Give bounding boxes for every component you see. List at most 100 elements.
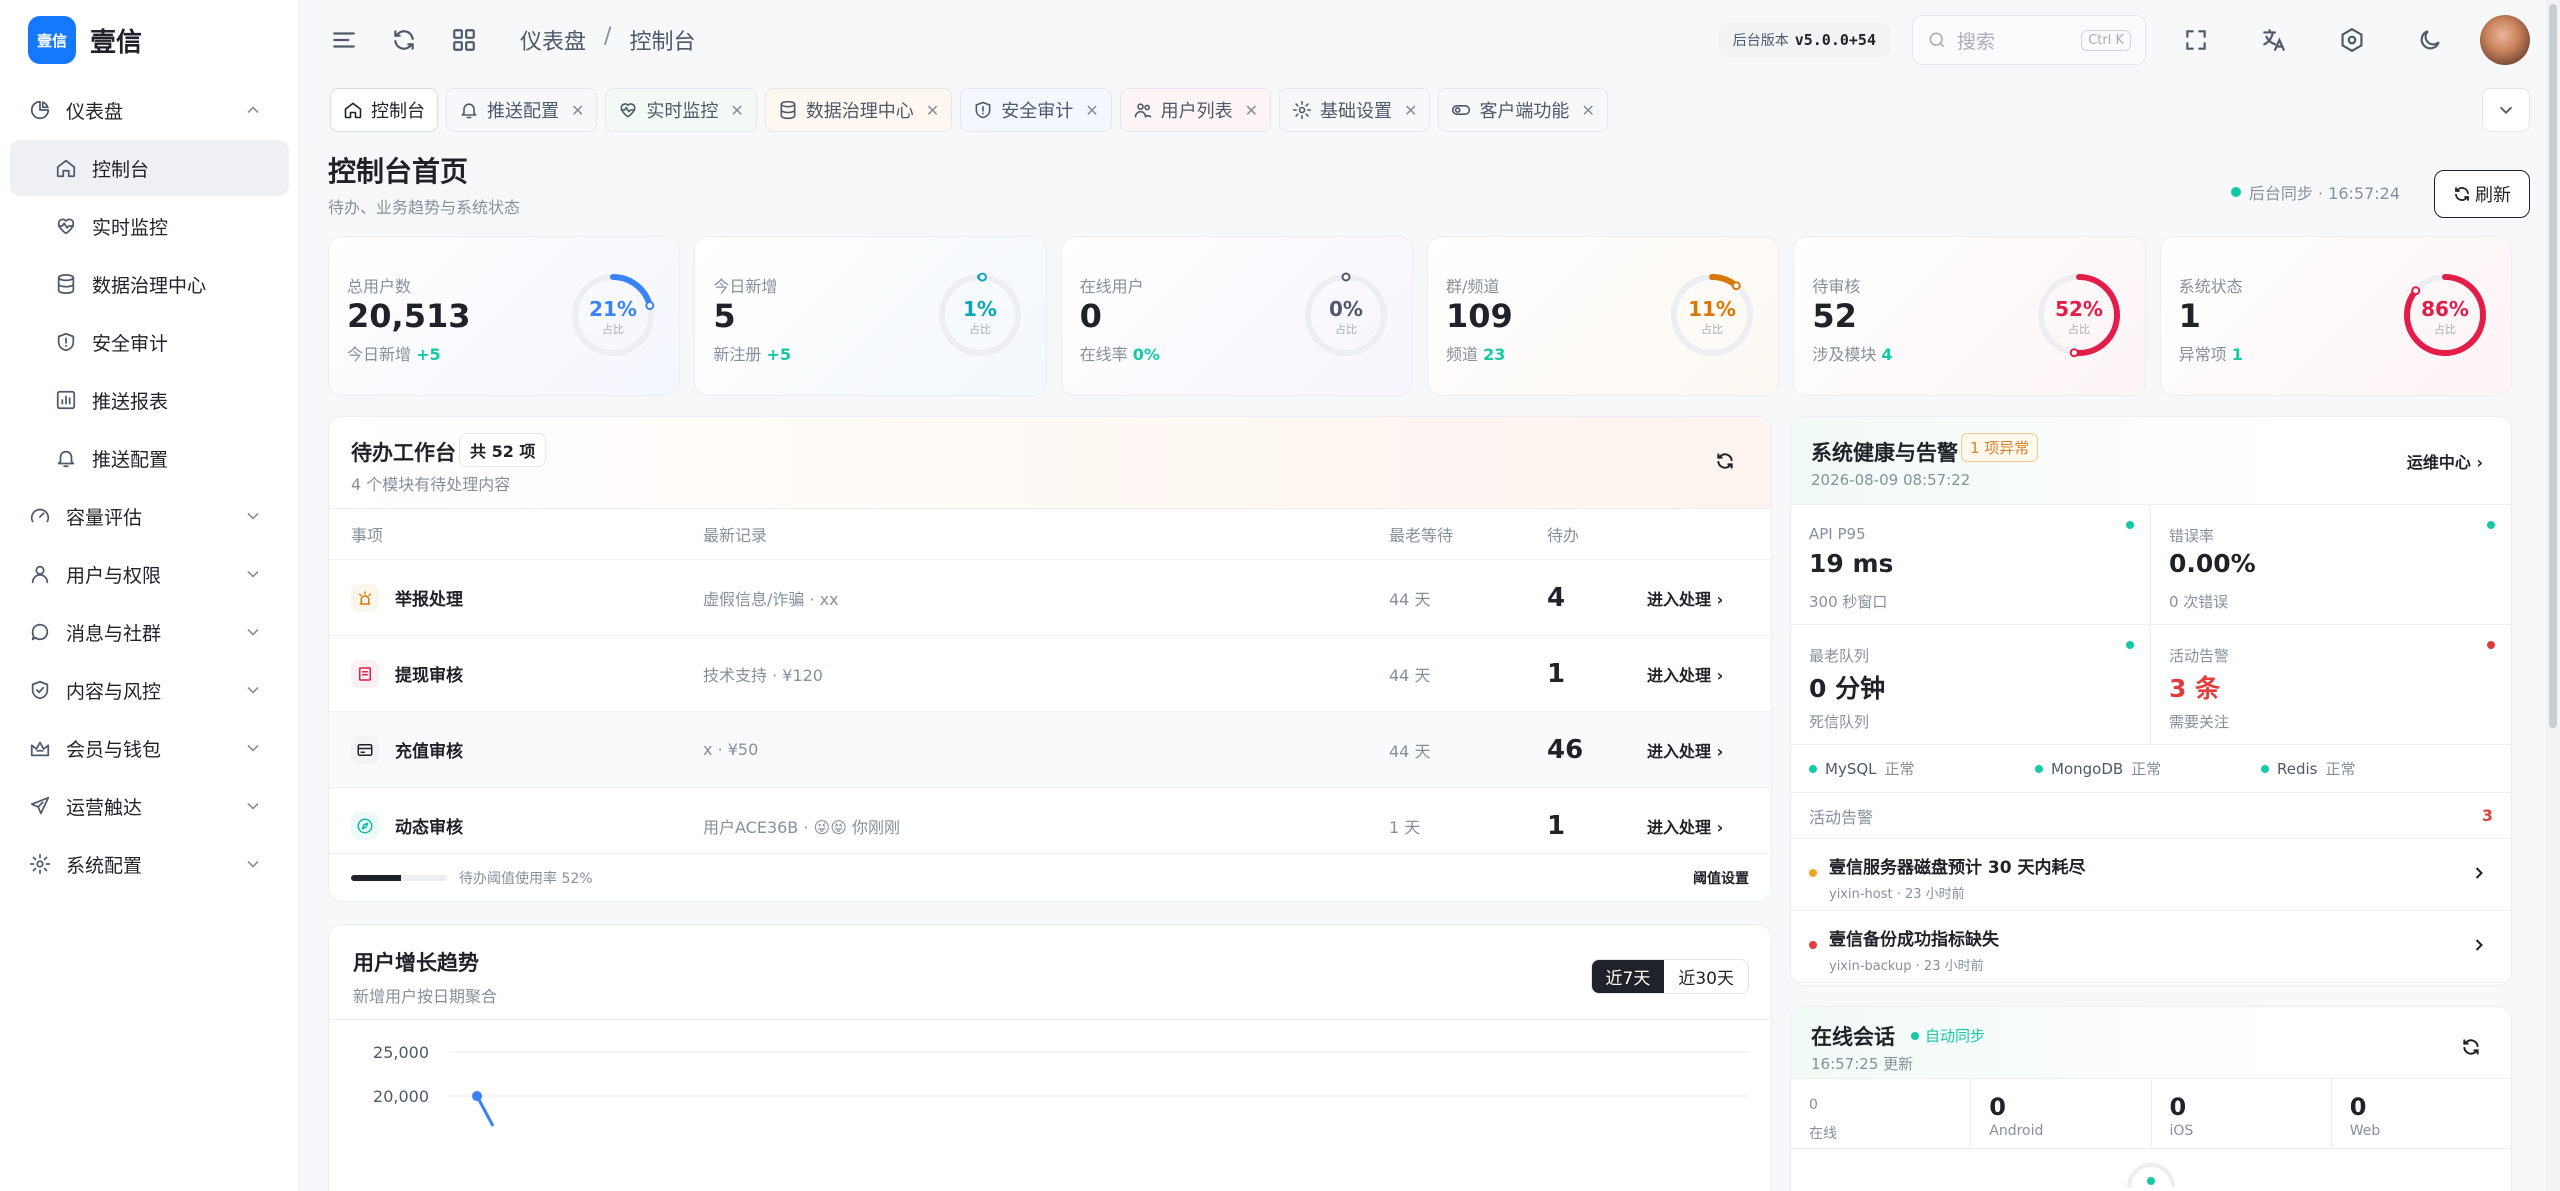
tab-label: 客户端功能 [1479, 101, 1570, 122]
stat-card[interactable]: 群/频道 109 频道 23 11% 占比 [1426, 236, 1780, 396]
sidebar-item-9[interactable]: 消息与社群 [10, 604, 289, 660]
sidebar-item-1[interactable]: 控制台 [10, 140, 289, 196]
todo-count: 4 [1547, 582, 1566, 613]
online-refresh-icon[interactable] [2461, 1037, 2481, 1061]
table-row[interactable]: 举报处理 虚假信息/诈骗 · xx 44 天 4 进入处理 › [329, 559, 1771, 635]
sidebar-item-4[interactable]: 安全审计 [10, 314, 289, 370]
stat-value: 52 [1812, 297, 1857, 335]
tab-5[interactable]: 用户列表 ✕ [1119, 88, 1272, 132]
refresh-button[interactable]: 刷新 [2434, 170, 2530, 218]
stat-ring-knob [2411, 286, 2421, 296]
close-icon[interactable]: ✕ [1581, 101, 1594, 120]
db-status: MySQL 正常 [1809, 758, 2035, 779]
alerts-list: 壹信服务器磁盘预计 30 天内耗尽 yixin-host · 23 小时前 壹信备份… [1791, 839, 2511, 983]
todo-refresh-icon[interactable] [1715, 451, 1735, 475]
sidebar-item-3[interactable]: 数据治理中心 [10, 256, 289, 312]
tabs-more-button[interactable] [2482, 88, 2530, 132]
todo-item-name: 充值审核 [395, 742, 463, 762]
close-icon[interactable]: ✕ [926, 101, 939, 120]
db-name: Redis [2277, 759, 2318, 778]
health-card: 系统健康与告警 1 项异常 2026-08-09 08:57:22 运维中心 ›… [1790, 416, 2512, 986]
sidebar-item-10[interactable]: 内容与风控 [10, 662, 289, 718]
sidebar-item-12[interactable]: 运营触达 [10, 778, 289, 834]
database-icon [54, 272, 78, 296]
data-point[interactable] [472, 1091, 482, 1101]
settings-hex-icon[interactable] [2332, 20, 2372, 60]
tab-3[interactable]: 数据治理中心 ✕ [764, 88, 953, 132]
sidebar-item-6[interactable]: 推送配置 [10, 430, 289, 486]
chevron-down-icon [247, 744, 259, 752]
stat-label: 群/频道 [1445, 277, 1500, 296]
search-input[interactable]: 搜索 Ctrl K [1912, 15, 2146, 65]
tab-6[interactable]: 基础设置 ✕ [1279, 88, 1431, 132]
user-avatar[interactable] [2480, 15, 2530, 65]
db-status: MongoDB 正常 [2035, 758, 2261, 779]
tab-2[interactable]: 实时监控 ✕ [605, 88, 757, 132]
status-dot-icon [2261, 764, 2269, 773]
table-row[interactable]: 动态审核 用户ACE36B · 😜😝 你刚刚 1 天 1 进入处理 › [329, 787, 1771, 863]
todo-action-link[interactable]: 进入处理 › [1647, 738, 1757, 762]
stat-ring-label: 占比 [2068, 322, 2090, 336]
sidebar-item-2[interactable]: 实时监控 [10, 198, 289, 254]
chevron-right-icon: › [1716, 665, 1724, 685]
stat-value: 1 [2178, 297, 2201, 335]
menu-toggle-icon[interactable] [324, 20, 364, 60]
users-icon [1133, 100, 1153, 120]
sidebar-item-7[interactable]: 容量评估 [10, 488, 289, 544]
stat-ring-pct: 52% [2055, 297, 2103, 321]
tab-1[interactable]: 推送配置 ✕ [446, 88, 598, 132]
sidebar-item-0[interactable]: 仪表盘 [10, 82, 289, 138]
user-icon [28, 562, 52, 586]
alert-item[interactable]: 壹信备份成功指标缺失 yixin-backup · 23 小时前 [1791, 911, 2511, 983]
stat-card[interactable]: 在线用户 0 在线率 0% 0% 占比 [1060, 236, 1413, 396]
grid-icon[interactable] [444, 20, 484, 60]
close-icon[interactable]: ✕ [571, 101, 584, 120]
threshold-settings-link[interactable]: 阈值设置 [1693, 868, 1749, 888]
todo-latest: 虚假信息/诈骗 · xx [703, 589, 839, 609]
sidebar-item-5[interactable]: 推送报表 [10, 372, 289, 428]
close-icon[interactable]: ✕ [1085, 101, 1098, 120]
reload-icon[interactable] [384, 20, 424, 60]
growth-chart: 25,000 20,000 [373, 1043, 1749, 1127]
tab-0[interactable]: 控制台 [330, 88, 438, 132]
stat-ring-pct: 0% [1329, 297, 1363, 321]
ops-center-link[interactable]: 运维中心 › [2407, 449, 2483, 473]
stat-card[interactable]: 总用户数 20,513 今日新增 +5 21% 占比 [328, 236, 681, 396]
heart-icon [54, 214, 78, 238]
alerts-count: 3 [2481, 806, 2493, 825]
todo-action-link[interactable]: 进入处理 › [1647, 814, 1757, 838]
todo-action-link[interactable]: 进入处理 › [1647, 586, 1757, 610]
tab-7[interactable]: 客户端功能 ✕ [1438, 88, 1608, 132]
dark-mode-icon[interactable] [2410, 20, 2450, 60]
fullscreen-icon[interactable] [2176, 20, 2216, 60]
table-row[interactable]: 充值审核 x · ¥50 44 天 46 进入处理 › [329, 711, 1771, 787]
translate-icon[interactable] [2254, 20, 2294, 60]
stat-note: 今日新增 +5 [347, 341, 441, 365]
sidebar-item-11[interactable]: 会员与钱包 [10, 720, 289, 776]
page-scrollbar[interactable] [2546, 0, 2560, 1191]
stat-card[interactable]: 系统状态 1 异常项 1 86% 占比 [2159, 236, 2512, 396]
tab-label: 基础设置 [1320, 101, 1393, 122]
sidebar-item-13[interactable]: 系统配置 [10, 836, 289, 892]
refresh-label: 刷新 [2475, 185, 2511, 206]
stat-card[interactable]: 待审核 52 涉及模块 4 52% 占比 [1793, 236, 2146, 396]
metric-value: 3 条 [2169, 674, 2221, 703]
stat-card[interactable]: 今日新增 5 新注册 +5 1% 占比 [694, 236, 1047, 396]
breadcrumb-item[interactable]: 仪表盘 [520, 24, 586, 56]
table-row[interactable]: 提现审核 技术支持 · ¥120 44 天 1 进入处理 › [329, 635, 1771, 711]
alert-item[interactable]: 壹信服务器磁盘预计 30 天内耗尽 yixin-host · 23 小时前 [1791, 839, 2511, 911]
tab-4[interactable]: 安全审计 ✕ [960, 88, 1112, 132]
close-icon[interactable]: ✕ [1245, 101, 1258, 120]
close-icon[interactable]: ✕ [1404, 101, 1417, 120]
page-subtitle: 待办、业务趋势与系统状态 [328, 198, 521, 217]
sidebar-item-8[interactable]: 用户与权限 [10, 546, 289, 602]
health-header: 系统健康与告警 1 项异常 2026-08-09 08:57:22 运维中心 › [1791, 417, 2511, 505]
brand[interactable]: 壹信 壹信 [0, 0, 299, 80]
sync-status: 后台同步 · 16:57:24 [2230, 180, 2400, 204]
close-icon[interactable]: ✕ [730, 101, 743, 120]
todo-subtitle: 4 个模块有待处理内容 [351, 475, 511, 494]
stat-ring-label: 占比 [1701, 322, 1723, 336]
chevron-down-icon [247, 628, 259, 636]
health-metrics: API P95 19 ms 300 秒窗口 错误率 0.00% 0 次错误 最老队列 0 分钟… [1791, 505, 2511, 745]
todo-action-link[interactable]: 进入处理 › [1647, 662, 1757, 686]
